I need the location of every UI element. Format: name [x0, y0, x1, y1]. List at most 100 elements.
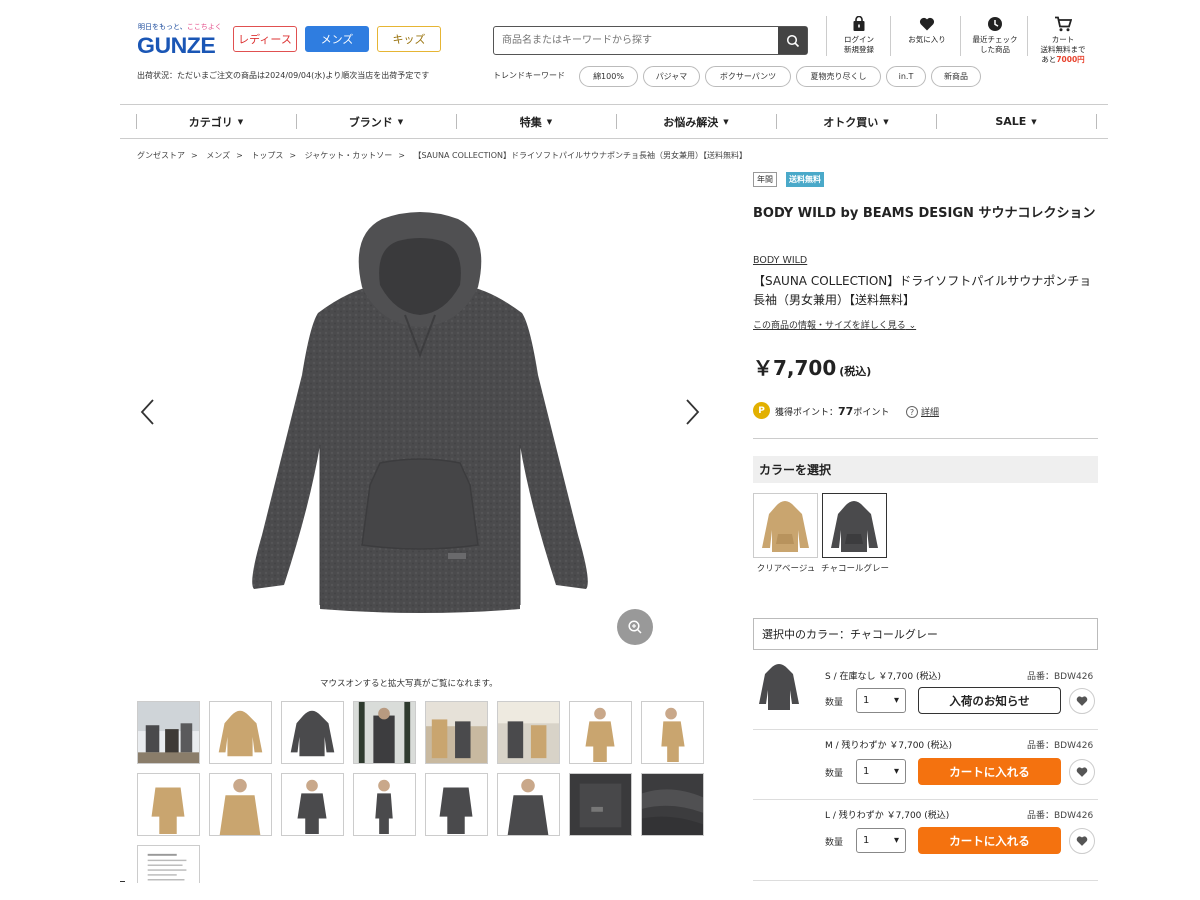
recently-label: 最近チェック: [972, 35, 1018, 44]
color-label: チャコールグレー: [821, 564, 889, 574]
add-to-cart-button[interactable]: カートに入れる: [918, 827, 1061, 854]
color-swatch-beige[interactable]: [753, 493, 818, 558]
tab-mens[interactable]: メンズ: [305, 26, 369, 52]
nav-feature[interactable]: 特集 ▼: [456, 104, 616, 139]
product-title: BODY WILD by BEAMS DESIGN サウナコレクション: [753, 206, 1096, 221]
trend-chip[interactable]: 新商品: [931, 66, 981, 87]
gunze-logo[interactable]: GUNZE: [137, 33, 216, 59]
qty-label: 数量: [825, 769, 844, 779]
points-detail-link[interactable]: 詳細: [921, 405, 939, 418]
trend-chip[interactable]: 夏物売り尽くし: [796, 66, 881, 87]
qty-label: 数量: [825, 698, 844, 708]
gallery-thumbnail[interactable]: [425, 773, 488, 836]
gallery-thumbnail[interactable]: [569, 701, 632, 764]
breadcrumb-current: 【SAUNA COLLECTION】ドライソフトパイルサウナポンチョ長袖（男女兼…: [413, 151, 747, 160]
zoom-button[interactable]: [617, 609, 653, 645]
gallery-thumbnail[interactable]: [497, 773, 560, 836]
prev-image-arrow[interactable]: [138, 396, 158, 428]
gallery-thumbnail[interactable]: [281, 773, 344, 836]
divider: [960, 16, 961, 56]
divider: [753, 799, 1098, 800]
divider: [826, 16, 827, 56]
free-shipping-note: 送料無料まで: [1040, 45, 1086, 54]
search-button[interactable]: [778, 27, 807, 54]
cart-button[interactable]: カート 送料無料まで あと7000円: [1035, 16, 1091, 65]
product-main-image[interactable]: [240, 205, 600, 625]
badge-annual: 年間: [753, 172, 777, 187]
heart-icon: [1076, 836, 1088, 846]
trend-label: トレンドキーワード: [493, 71, 565, 80]
breadcrumb-link[interactable]: ジャケット・カットソー: [305, 151, 393, 160]
register-label: 新規登録: [844, 45, 874, 54]
gallery-thumbnail[interactable]: [209, 701, 272, 764]
recently-label-2: した商品: [980, 45, 1010, 54]
nav-brand[interactable]: ブランド ▼: [296, 104, 456, 139]
help-icon: ?: [906, 406, 918, 418]
restock-notify-button[interactable]: 入荷のお知らせ: [918, 687, 1061, 714]
chevron-down-icon: ⌄: [905, 321, 917, 331]
caret-down-icon: ▼: [883, 117, 889, 126]
logo-tagline: 明日をもっと、ここちよく: [138, 23, 222, 31]
variant-code: 品番：BDW426: [1027, 672, 1094, 682]
favorites-button[interactable]: お気に入り: [899, 16, 955, 45]
trend-chip[interactable]: 綿100%: [579, 66, 638, 87]
caret-down-icon: ▼: [723, 117, 729, 126]
search-input[interactable]: [494, 27, 778, 54]
search-icon: [786, 34, 799, 47]
heart-icon: [1076, 696, 1088, 706]
caret-down-icon: ▼: [1031, 117, 1037, 126]
login-button[interactable]: ログイン 新規登録: [831, 16, 887, 55]
divider: [1027, 16, 1028, 56]
chevron-down-icon: ▾: [893, 835, 899, 846]
gallery-thumbnail[interactable]: [425, 701, 488, 764]
gallery-thumbnail[interactable]: [281, 701, 344, 764]
add-to-cart-button[interactable]: カートに入れる: [918, 758, 1061, 785]
zoom-in-icon: [628, 620, 642, 634]
nav-deals[interactable]: オトク買い ▼: [776, 104, 936, 139]
divider: [120, 881, 125, 882]
favorite-button[interactable]: [1069, 759, 1095, 785]
shipping-status: 出荷状況：ただいまご注文の商品は2024/09/04(水)より順次当店を出荷予定…: [137, 71, 430, 80]
tab-ladies[interactable]: レディース: [233, 26, 297, 52]
breadcrumb: グンゼストア > メンズ > トップス > ジャケット・カットソー > 【SAUNA C…: [137, 151, 747, 160]
heart-icon: [919, 17, 935, 31]
favorite-button[interactable]: [1069, 828, 1095, 854]
cart-label: カート: [1051, 35, 1075, 44]
gallery-thumbnail[interactable]: [353, 773, 416, 836]
product-price: ￥7,700 (税込): [753, 356, 872, 380]
gallery-thumbnail[interactable]: [137, 773, 200, 836]
gallery-thumbnail[interactable]: [137, 701, 200, 764]
badge-free-shipping: 送料無料: [786, 172, 824, 187]
trend-chip[interactable]: in.T: [886, 66, 926, 87]
gallery-thumbnail[interactable]: [641, 773, 704, 836]
breadcrumb-link[interactable]: グンゼストア: [137, 151, 185, 160]
gallery-thumbnail[interactable]: [353, 701, 416, 764]
breadcrumb-link[interactable]: メンズ: [206, 151, 230, 160]
recently-viewed-button[interactable]: 最近チェック した商品: [967, 16, 1023, 55]
quantity-select[interactable]: 1 ▾: [856, 688, 906, 713]
gallery-thumbnail[interactable]: [641, 701, 704, 764]
free-shipping-remaining: あと7000円: [1041, 55, 1085, 64]
gallery-thumbnail[interactable]: [569, 773, 632, 836]
chevron-down-icon: ▾: [893, 695, 899, 706]
variant-size-stock: S / 在庫なし ￥7,700 (税込): [825, 672, 941, 682]
trend-chip[interactable]: ボクサーパンツ: [705, 66, 791, 87]
variant-thumbnail: [755, 660, 803, 715]
color-swatch-charcoal[interactable]: [822, 493, 887, 558]
product-detail-link[interactable]: この商品の情報・サイズを詳しく見る ⌄: [753, 318, 916, 331]
gallery-thumbnail[interactable]: [209, 773, 272, 836]
brand-link[interactable]: BODY WILD: [753, 255, 807, 266]
quantity-select[interactable]: 1 ▾: [856, 759, 906, 784]
caret-down-icon: ▼: [546, 117, 553, 126]
quantity-select[interactable]: 1 ▾: [856, 828, 906, 853]
trend-chip[interactable]: パジャマ: [643, 66, 700, 87]
next-image-arrow[interactable]: [682, 396, 702, 428]
nav-category[interactable]: カテゴリ ▼: [136, 104, 296, 139]
nav-sale[interactable]: SALE ▼: [936, 104, 1096, 139]
gallery-thumbnail[interactable]: [137, 845, 200, 883]
gallery-thumbnail[interactable]: [497, 701, 560, 764]
tab-kids[interactable]: キッズ: [377, 26, 441, 52]
nav-solutions[interactable]: お悩み解決 ▼: [616, 104, 776, 139]
breadcrumb-link[interactable]: トップス: [251, 151, 283, 160]
favorite-button[interactable]: [1069, 688, 1095, 714]
